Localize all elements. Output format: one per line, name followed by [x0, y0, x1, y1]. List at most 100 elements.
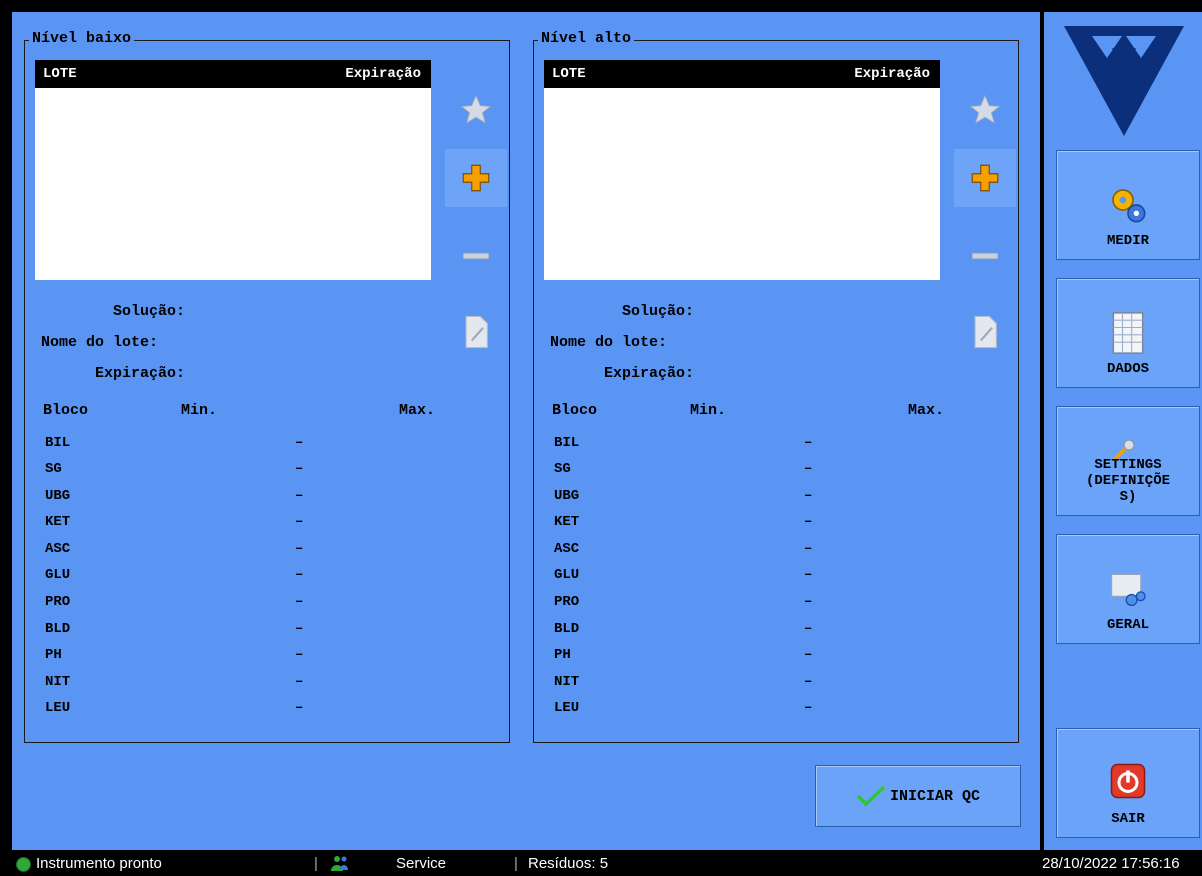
lot-list-header: LOTE Expiração [544, 60, 940, 88]
measure-button[interactable]: MEDIR [1056, 150, 1200, 260]
range-value: – [804, 541, 813, 557]
block-code: PH [554, 647, 571, 663]
lot-name-label: Nome do lote: [550, 334, 668, 351]
table-row: SG – [25, 461, 505, 487]
block-code: PRO [554, 594, 580, 610]
block-code: PH [45, 647, 62, 663]
settings-label-line3: S) [1119, 489, 1137, 505]
block-code: GLU [554, 567, 580, 583]
add-lot-button[interactable] [954, 149, 1016, 207]
checkmark-icon [856, 785, 886, 807]
range-value: – [295, 514, 304, 530]
plus-icon [971, 164, 999, 192]
table-row: NIT – [534, 674, 1014, 700]
range-value: – [804, 461, 813, 477]
block-code: GLU [45, 567, 71, 583]
exit-button[interactable]: SAIR [1056, 728, 1200, 838]
power-icon [1110, 763, 1146, 799]
add-lot-button[interactable] [445, 149, 507, 207]
max-header: Max. [399, 402, 436, 419]
range-value: – [804, 435, 813, 451]
waste-count: Resíduos: 5 [528, 855, 609, 872]
table-row: UBG – [25, 488, 505, 514]
users-icon [331, 856, 348, 871]
status-bar: Instrumento pronto | Service | Resíduos:… [0, 850, 1202, 876]
general-settings-icon [1111, 573, 1146, 606]
table-row: ASC – [534, 541, 1014, 567]
range-value: – [295, 594, 304, 610]
table-row: BIL – [25, 435, 505, 461]
table-row: LEU – [534, 700, 1014, 726]
data-label: DADOS [1106, 361, 1149, 377]
table-row: BIL – [534, 435, 1014, 461]
block-code: BLD [45, 621, 71, 637]
range-value: – [804, 567, 813, 583]
block-code: ASC [554, 541, 580, 557]
range-value: – [295, 647, 304, 663]
block-code: BIL [45, 435, 71, 451]
settings-label-line2: (DEFINIÇÕE [1085, 473, 1170, 489]
range-value: – [295, 567, 304, 583]
lot-list[interactable]: LOTE Expiração [35, 60, 431, 280]
edit-lot-button[interactable] [445, 303, 507, 361]
table-row: PH – [534, 647, 1014, 673]
star-icon [460, 94, 492, 124]
block-code: BLD [554, 621, 580, 637]
block-code: NIT [45, 674, 71, 690]
range-value: – [295, 621, 304, 637]
table-row: GLU – [25, 567, 505, 593]
status-divider: | [514, 855, 518, 872]
table-row: GLU – [534, 567, 1014, 593]
lot-list[interactable]: LOTE Expiração [544, 60, 940, 280]
table-row: PRO – [25, 594, 505, 620]
range-value: – [804, 594, 813, 610]
block-code: KET [554, 514, 580, 530]
expiry-column-header: Expiração [345, 66, 421, 82]
exit-label: SAIR [1111, 811, 1145, 827]
block-code: KET [45, 514, 71, 530]
range-value: – [295, 700, 304, 716]
star-icon [969, 94, 1001, 124]
block-code: LEU [554, 700, 580, 716]
minus-icon [462, 252, 490, 260]
logo [1064, 26, 1184, 136]
table-row: ASC – [25, 541, 505, 567]
lot-column-header: LOTE [552, 66, 586, 82]
sidebar: MEDIR DADOS SETTINGS (DEFINIÇÕE S) GERAL… [1044, 12, 1202, 850]
table-row: PH – [25, 647, 505, 673]
favorite-button[interactable] [954, 81, 1016, 139]
data-button[interactable]: DADOS [1056, 278, 1200, 388]
table-row: KET – [25, 514, 505, 540]
range-value: – [804, 674, 813, 690]
lot-name-label: Nome do lote: [41, 334, 159, 351]
block-code: NIT [554, 674, 580, 690]
general-button[interactable]: GERAL [1056, 534, 1200, 644]
remove-lot-button[interactable] [445, 227, 507, 285]
block-code: LEU [45, 700, 71, 716]
table-row: LEU – [25, 700, 505, 726]
edit-lot-button[interactable] [954, 303, 1016, 361]
expiry-label: Expiração: [94, 365, 185, 382]
expiry-label: Expiração: [603, 365, 694, 382]
table-row: NIT – [25, 674, 505, 700]
range-value: – [804, 621, 813, 637]
panel-title: Nível alto [538, 30, 635, 47]
solution-label: Solução: [112, 303, 185, 320]
lot-list-header: LOTE Expiração [35, 60, 431, 88]
range-value: – [295, 488, 304, 504]
min-header: Min. [690, 402, 727, 419]
expiry-column-header: Expiração [854, 66, 930, 82]
favorite-button[interactable] [445, 81, 507, 139]
panel-low-level: Nível baixo LOTE Expiração Solução: Nome… [24, 30, 510, 743]
table-row: KET – [534, 514, 1014, 540]
status-text: Instrumento pronto [36, 855, 162, 872]
range-value: – [804, 647, 813, 663]
table-row: UBG – [534, 488, 1014, 514]
settings-button[interactable]: SETTINGS (DEFINIÇÕE S) [1056, 406, 1200, 516]
range-value: – [804, 700, 813, 716]
settings-label-line1: SETTINGS [1094, 457, 1162, 473]
remove-lot-button[interactable] [954, 227, 1016, 285]
general-label: GERAL [1106, 617, 1149, 633]
panel-title: Nível baixo [29, 30, 135, 47]
start-qc-button[interactable]: INICIAR QC [815, 765, 1021, 827]
